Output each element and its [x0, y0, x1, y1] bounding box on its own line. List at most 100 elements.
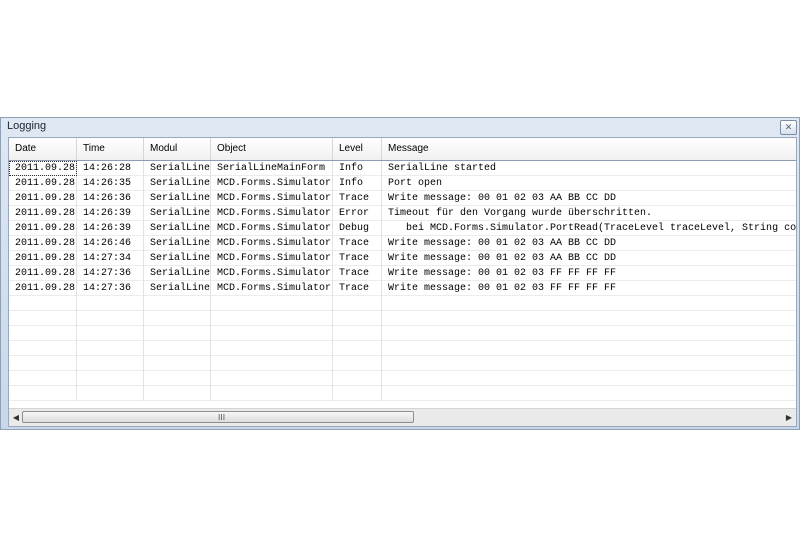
- cell-level: Trace: [333, 251, 382, 266]
- cell-object: [211, 341, 333, 356]
- column-header-message[interactable]: Message: [382, 138, 796, 160]
- cell-level: Debug: [333, 221, 382, 236]
- cell-message: [382, 371, 796, 386]
- scroll-grip: III: [218, 413, 226, 422]
- cell-object: MCD.Forms.Simulator: [211, 206, 333, 221]
- scroll-right-icon[interactable]: ▶: [783, 411, 795, 424]
- window-title: Logging: [7, 120, 47, 132]
- cell-date: 2011.09.28: [9, 281, 77, 296]
- cell-time: [77, 296, 144, 311]
- cell-time: [77, 341, 144, 356]
- empty-row[interactable]: [9, 311, 796, 326]
- scroll-thumb[interactable]: III: [22, 411, 414, 423]
- table-row[interactable]: 2011.09.28 14:26:36 SerialLine MCD.Forms.Si…: [9, 191, 796, 206]
- empty-row[interactable]: [9, 326, 796, 341]
- cell-level: Trace: [333, 266, 382, 281]
- cell-date: [9, 371, 77, 386]
- log-grid[interactable]: Date Time Modul Object Level Message 201…: [8, 137, 797, 427]
- table-row[interactable]: 2011.09.28 14:26:35 SerialLine MCD.Forms.Si…: [9, 176, 796, 191]
- cell-date: 2011.09.28: [9, 221, 77, 236]
- title-bar[interactable]: Logging ✕: [1, 118, 799, 136]
- table-row[interactable]: 2011.09.28 14:26:28 SerialLine SerialLineMa…: [9, 161, 796, 176]
- scroll-left-icon[interactable]: ◀: [10, 411, 22, 424]
- cell-message: Write message: 00 01 02 03 AA BB CC DD: [388, 193, 617, 204]
- cell-modul: SerialLine: [144, 191, 211, 206]
- cell-time: 14:26:46: [77, 236, 144, 251]
- cell-message: [382, 311, 796, 326]
- cell-modul: [144, 341, 211, 356]
- table-row[interactable]: 2011.09.28 14:27:36 SerialLine MCD.Forms.Si…: [9, 281, 796, 296]
- cell-modul: [144, 356, 211, 371]
- cell-level: Trace: [333, 236, 382, 251]
- close-icon[interactable]: ✕: [780, 120, 797, 135]
- cell-time: 14:27:34: [77, 251, 144, 266]
- cell-modul: [144, 386, 211, 401]
- cell-level: [333, 356, 382, 371]
- table-row[interactable]: 2011.09.28 14:26:39 SerialLine MCD.Forms.Si…: [9, 221, 797, 236]
- cell-modul: [144, 371, 211, 386]
- cell-object: [211, 311, 333, 326]
- cell-message: bei MCD.Forms.Simulator.PortRead(TraceLe…: [388, 223, 797, 234]
- cell-time: [77, 326, 144, 341]
- column-header-date[interactable]: Date: [9, 138, 77, 160]
- cell-date: 2011.09.28: [9, 251, 77, 266]
- horizontal-scrollbar[interactable]: ◀ III ▶: [9, 408, 796, 426]
- cell-time: 14:27:36: [77, 266, 144, 281]
- cell-object: [211, 386, 333, 401]
- cell-message: [382, 326, 796, 341]
- cell-object: SerialLineMainForm: [211, 161, 333, 176]
- empty-row[interactable]: [9, 296, 796, 311]
- empty-row[interactable]: [9, 371, 796, 386]
- cell-level: Info: [333, 161, 382, 176]
- cell-message: SerialLine started: [388, 163, 497, 174]
- column-header-row: Date Time Modul Object Level Message: [9, 138, 796, 161]
- cell-modul: SerialLine: [144, 176, 211, 191]
- cell-message: Write message: 00 01 02 03 AA BB CC DD: [388, 238, 617, 249]
- cell-message: [382, 356, 796, 371]
- cell-time: 14:26:36: [77, 191, 144, 206]
- cell-object: MCD.Forms.Simulator: [211, 266, 333, 281]
- cell-modul: SerialLine: [144, 206, 211, 221]
- column-header-modul[interactable]: Modul: [144, 138, 211, 160]
- cell-message: [382, 386, 796, 401]
- table-row[interactable]: 2011.09.28 14:26:39 SerialLine MCD.Forms.Si…: [9, 206, 796, 221]
- cell-level: Trace: [333, 281, 382, 296]
- cell-message: Write message: 00 01 02 03 FF FF FF FF: [388, 283, 617, 294]
- cell-level: [333, 386, 382, 401]
- column-header-object[interactable]: Object: [211, 138, 333, 160]
- cell-message: Port open: [388, 178, 443, 189]
- logging-window: Logging ✕ Date Time Modul Object Level M…: [0, 117, 800, 430]
- log-rows: 2011.09.28 14:26:28 SerialLine SerialLineMa…: [9, 161, 797, 405]
- cell-time: 14:26:35: [77, 176, 144, 191]
- cell-modul: [144, 296, 211, 311]
- table-row[interactable]: 2011.09.28 14:26:46 SerialLine MCD.Forms.Si…: [9, 236, 796, 251]
- column-header-time[interactable]: Time: [77, 138, 144, 160]
- cell-object: MCD.Forms.Simulator: [211, 176, 333, 191]
- cell-level: [333, 326, 382, 341]
- cell-message: [382, 341, 796, 356]
- cell-date: 2011.09.28: [9, 266, 77, 281]
- cell-date: 2011.09.28: [9, 191, 77, 206]
- cell-time: 14:27:36: [77, 281, 144, 296]
- cell-level: [333, 371, 382, 386]
- cell-modul: SerialLine: [144, 251, 211, 266]
- cell-object: MCD.Forms.Simulator: [211, 251, 333, 266]
- empty-row[interactable]: [9, 356, 796, 371]
- cell-message: Timeout für den Vorgang wurde überschrit…: [388, 208, 653, 219]
- cell-date: [9, 356, 77, 371]
- cell-time: 14:26:28: [77, 161, 144, 176]
- cell-object: MCD.Forms.Simulator: [211, 221, 333, 236]
- cell-time: 14:26:39: [77, 206, 144, 221]
- cell-modul: [144, 326, 211, 341]
- table-row[interactable]: 2011.09.28 14:27:36 SerialLine MCD.Forms.Si…: [9, 266, 796, 281]
- table-row[interactable]: 2011.09.28 14:27:34 SerialLine MCD.Forms.Si…: [9, 251, 796, 266]
- empty-row[interactable]: [9, 386, 796, 401]
- cell-modul: SerialLine: [144, 266, 211, 281]
- cell-modul: SerialLine: [144, 161, 211, 176]
- cell-object: MCD.Forms.Simulator: [211, 236, 333, 251]
- cell-date: 2011.09.28: [9, 176, 77, 191]
- empty-row[interactable]: [9, 341, 796, 356]
- column-header-level[interactable]: Level: [333, 138, 382, 160]
- cell-time: [77, 386, 144, 401]
- cell-level: Trace: [333, 191, 382, 206]
